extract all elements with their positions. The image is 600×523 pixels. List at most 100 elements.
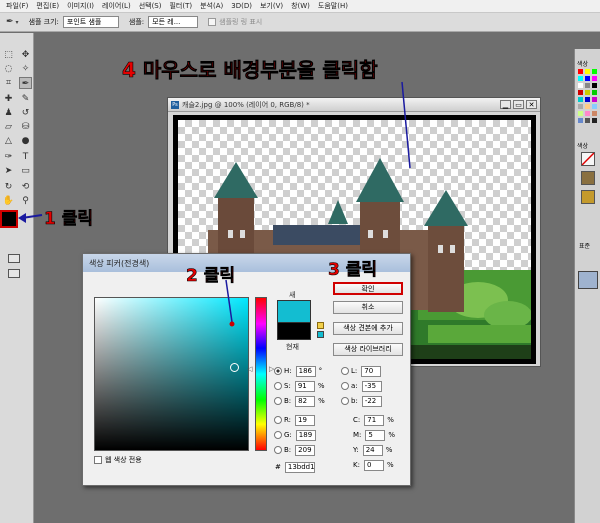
menu-image[interactable]: 이미지(I) — [67, 1, 94, 11]
history-brush-icon[interactable]: ↺ — [19, 107, 32, 119]
crop-tool-icon[interactable]: ⌗ — [2, 77, 15, 89]
black-input[interactable]: 0 — [363, 459, 384, 471]
swatch-cell[interactable] — [578, 97, 583, 102]
maximize-button[interactable]: ▭ — [513, 100, 524, 109]
minimize-button[interactable]: ▁ — [500, 100, 511, 109]
swatch-cell[interactable] — [585, 76, 590, 81]
web-safe-color-icon[interactable] — [317, 331, 324, 338]
web-only-checkbox[interactable] — [94, 456, 102, 464]
menu-view[interactable]: 보기(V) — [260, 1, 283, 11]
menu-3d[interactable]: 3D(D) — [231, 2, 252, 10]
add-to-swatches-button[interactable]: 색상 견본에 추가 — [333, 322, 403, 335]
swatch-cell[interactable] — [585, 83, 590, 88]
swatches-panel-tab[interactable]: 색상 — [577, 141, 588, 150]
cancel-button[interactable]: 취소 — [333, 301, 403, 314]
sample-select[interactable]: 모든 레... — [148, 16, 199, 28]
3d-rotate-icon[interactable]: ↻ — [2, 181, 15, 193]
shape-tool-icon[interactable]: ▭ — [19, 165, 32, 177]
swatch-cell[interactable] — [578, 111, 583, 116]
swatch-cell[interactable] — [578, 83, 583, 88]
swatch-cell[interactable] — [592, 97, 597, 102]
marquee-tool-icon[interactable]: ⬚ — [2, 49, 15, 61]
swatch-cell[interactable] — [578, 69, 583, 74]
swatch-cell[interactable] — [578, 118, 583, 123]
screen-mode-icon[interactable] — [8, 269, 20, 278]
paint-bucket-icon[interactable]: ⛁ — [19, 121, 32, 133]
brush-tool-icon[interactable]: ✎ — [19, 93, 32, 105]
yellow-input[interactable]: 24 — [362, 444, 383, 456]
menu-filter[interactable]: 필터(T) — [169, 1, 192, 11]
layers-blend-mode[interactable]: 표준 — [579, 241, 590, 250]
menu-analysis[interactable]: 분석(A) — [200, 1, 223, 11]
swatch-cell[interactable] — [585, 97, 590, 102]
magenta-input[interactable]: 5 — [365, 429, 386, 441]
hue-slider[interactable] — [255, 297, 267, 451]
green-radio[interactable] — [274, 431, 282, 439]
foreground-color-swatch[interactable] — [0, 210, 18, 228]
lab-a-radio[interactable] — [341, 382, 349, 390]
menu-window[interactable]: 창(W) — [291, 1, 310, 11]
document-titlebar[interactable]: Ps 캐슬2.jpg @ 100% (레이어 0, RGB/8) * ▁ ▭ ✕ — [168, 98, 540, 112]
blue-radio[interactable] — [274, 446, 282, 454]
sample-ring-checkbox[interactable] — [208, 18, 217, 26]
cyan-input[interactable]: 71 — [364, 414, 385, 426]
healing-brush-icon[interactable]: ✚ — [2, 93, 15, 105]
swatch-cell[interactable] — [585, 69, 590, 74]
pen-tool-icon[interactable]: ✑ — [2, 151, 15, 163]
blur-tool-icon[interactable]: △ — [2, 135, 15, 147]
swatch-cell[interactable] — [592, 104, 597, 109]
hex-input[interactable]: 13bdd1 — [284, 461, 315, 473]
swatch-cell[interactable] — [592, 118, 597, 123]
swatch-cell[interactable] — [585, 104, 590, 109]
menu-help[interactable]: 도움말(H) — [318, 1, 348, 11]
swatch-cell[interactable] — [578, 104, 583, 109]
magic-wand-icon[interactable]: ✧ — [19, 63, 32, 75]
close-button[interactable]: ✕ — [526, 100, 537, 109]
saturation-input[interactable]: 91 — [294, 380, 315, 392]
hue-radio[interactable] — [274, 367, 282, 375]
swatch-cell[interactable] — [585, 111, 590, 116]
gradient-swatch-icon[interactable] — [581, 190, 595, 204]
swatch-cell[interactable] — [578, 76, 583, 81]
blue-input[interactable]: 209 — [295, 444, 316, 456]
current-color-swatch[interactable] — [277, 322, 311, 340]
eyedropper-tool-icon[interactable]: ✒ — [19, 77, 32, 89]
lab-b-radio[interactable] — [341, 397, 349, 405]
zoom-tool-icon[interactable]: ⚲ — [19, 195, 32, 207]
path-select-icon[interactable]: ➤ — [2, 165, 15, 177]
layer-thumbnail[interactable] — [578, 271, 598, 289]
swatch-cell[interactable] — [592, 111, 597, 116]
no-color-swatch-icon[interactable] — [581, 152, 595, 166]
color-libraries-button[interactable]: 색상 라이브러리 — [333, 343, 403, 356]
eraser-tool-icon[interactable]: ▱ — [2, 121, 15, 133]
lasso-tool-icon[interactable]: ◌ — [2, 63, 15, 75]
lab-l-input[interactable]: 70 — [361, 365, 382, 377]
move-tool-icon[interactable]: ✥ — [19, 49, 32, 61]
swatch-grid[interactable] — [578, 69, 600, 129]
hue-slider-left-arrow[interactable]: ◁ — [247, 365, 252, 373]
sample-size-select[interactable]: 포인트 샘플 — [62, 16, 119, 28]
swatch-cell[interactable] — [592, 69, 597, 74]
ok-button[interactable]: 확인 — [333, 282, 403, 295]
color-field[interactable] — [94, 297, 249, 451]
hand-tool-icon[interactable]: ✋ — [2, 195, 15, 207]
gamut-warning-icon[interactable] — [317, 322, 324, 329]
quick-mask-icon[interactable] — [8, 254, 20, 263]
type-tool-icon[interactable]: T — [19, 151, 32, 163]
menu-file[interactable]: 파일(F) — [6, 1, 28, 11]
adjustment-swatch-icon[interactable] — [581, 171, 595, 185]
brightness-input[interactable]: 82 — [295, 395, 316, 407]
lab-l-radio[interactable] — [341, 367, 349, 375]
menu-select[interactable]: 선택(S) — [139, 1, 162, 11]
menu-edit[interactable]: 편집(E) — [36, 1, 59, 11]
color-panel-tab[interactable]: 색상 — [577, 59, 588, 68]
swatch-cell[interactable] — [592, 83, 597, 88]
swatch-cell[interactable] — [592, 76, 597, 81]
swatch-cell[interactable] — [592, 90, 597, 95]
swatch-cell[interactable] — [585, 90, 590, 95]
dodge-tool-icon[interactable]: ● — [19, 135, 32, 147]
swatch-cell[interactable] — [578, 90, 583, 95]
brightness-radio[interactable] — [274, 397, 282, 405]
lab-a-input[interactable]: -35 — [361, 380, 382, 392]
swatch-cell[interactable] — [585, 118, 590, 123]
